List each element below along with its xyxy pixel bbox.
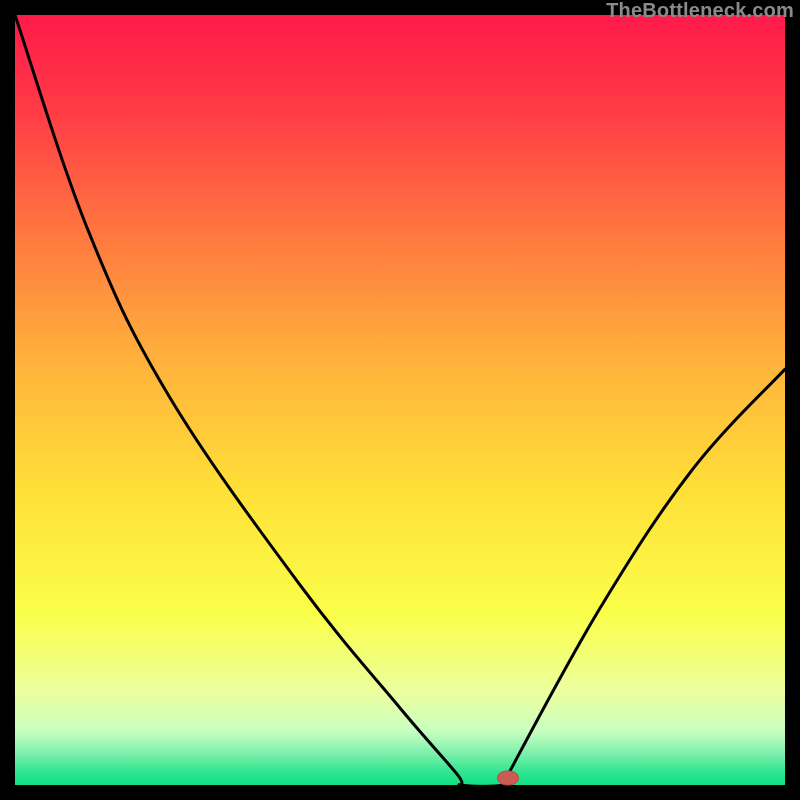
curve-layer — [15, 15, 785, 785]
bottleneck-curve — [15, 15, 785, 785]
chart-frame: TheBottleneck.com — [0, 0, 800, 800]
watermark: TheBottleneck.com — [606, 0, 794, 23]
optimal-marker — [497, 771, 519, 786]
plot-area — [15, 15, 785, 785]
